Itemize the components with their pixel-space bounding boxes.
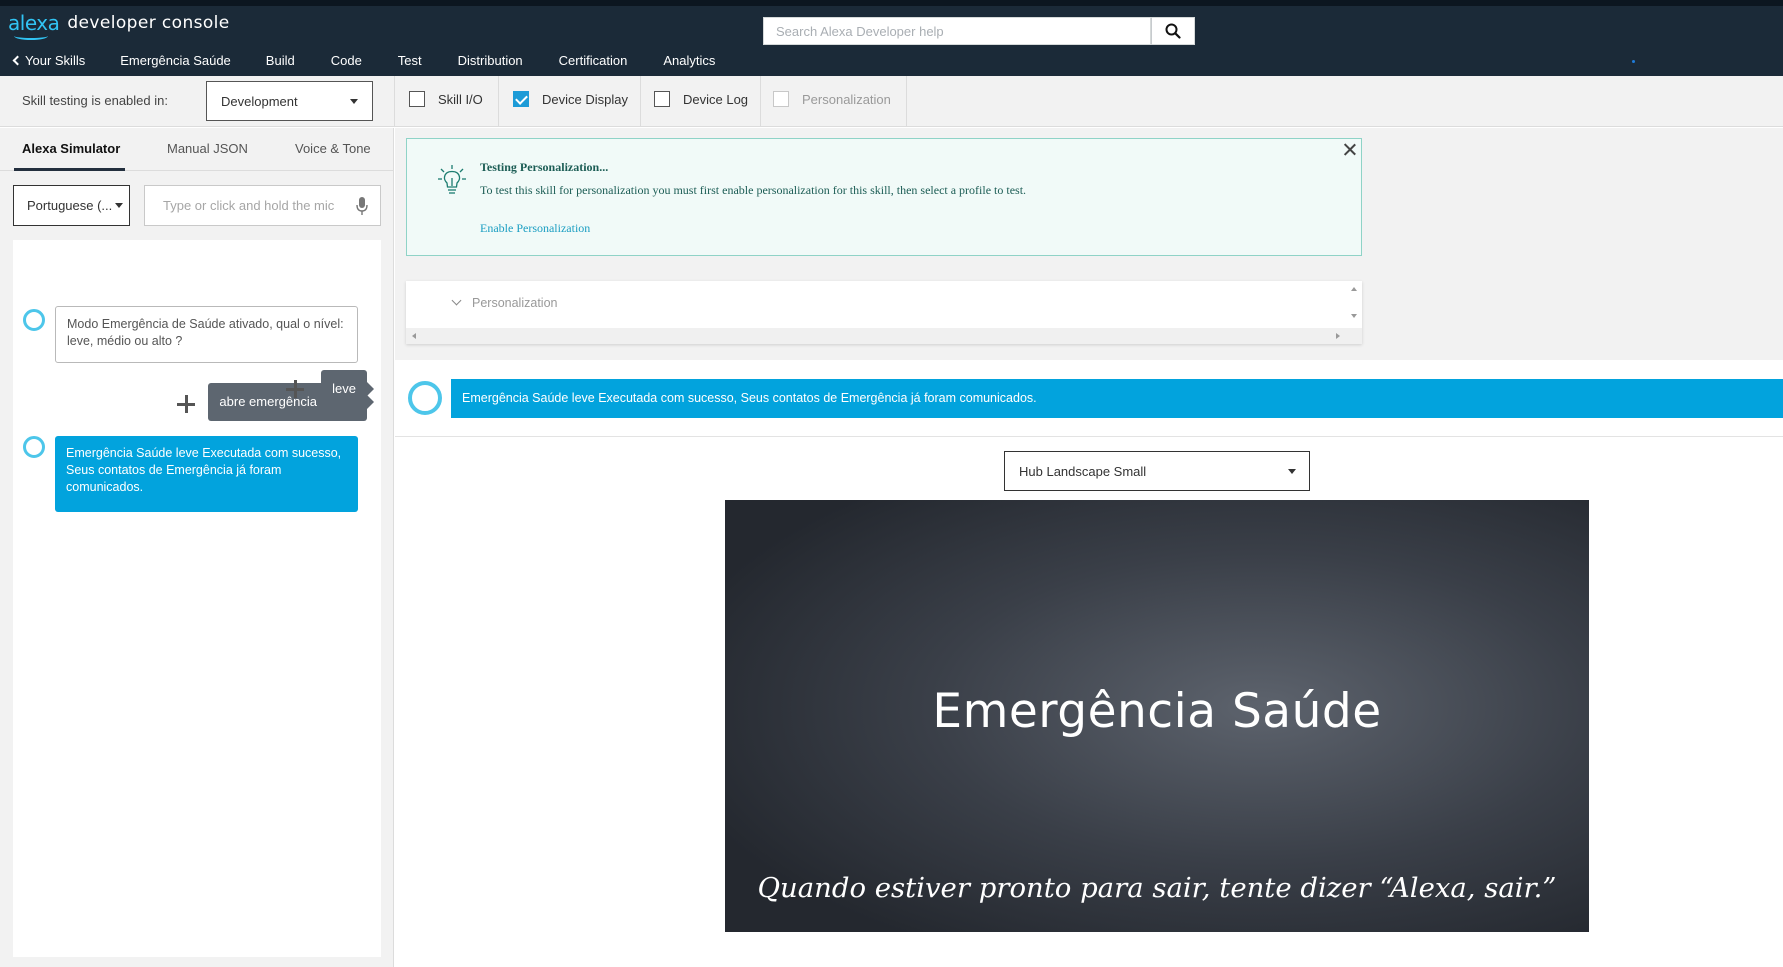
search-input[interactable] (763, 17, 1151, 45)
divider (640, 76, 641, 127)
tab-voice-tone[interactable]: Voice & Tone (295, 141, 371, 156)
checkbox-label: Skill I/O (438, 91, 483, 107)
personalization-checkbox: Personalization (773, 91, 891, 107)
brand[interactable]: alexa developer console (8, 11, 230, 40)
personalization-expander[interactable]: Personalization (451, 295, 558, 310)
caret-down-icon (115, 203, 124, 208)
personalization-notice: Testing Personalization... To test this … (406, 138, 1362, 256)
add-utterance-icon[interactable] (177, 395, 195, 413)
checkbox-checked (513, 91, 529, 107)
skill-io-checkbox[interactable]: Skill I/O (409, 91, 483, 107)
scroll-right-icon[interactable] (1336, 333, 1340, 339)
device-log-checkbox[interactable]: Device Log (654, 91, 748, 107)
checkbox-label: Device Log (683, 91, 749, 107)
chevron-left-icon (12, 55, 23, 66)
simulator-panel: Alexa Simulator Manual JSON Voice & Tone… (0, 128, 394, 967)
chat-transcript: abre emergência saúde Modo Emergência de… (13, 240, 381, 957)
utterance-input[interactable] (163, 198, 343, 213)
search-button[interactable] (1151, 17, 1195, 45)
alexa-message: Modo Emergência de Saúde ativado, qual o… (55, 306, 358, 363)
simulator-tabs: Alexa Simulator Manual JSON Voice & Tone (0, 128, 394, 171)
notice-text: To test this skill for personalization y… (480, 183, 1027, 197)
vertical-scrollbar[interactable] (1346, 281, 1362, 328)
alexa-smile-icon (14, 32, 48, 40)
screen-hint: Quando estiver pronto para sair, tente d… (757, 872, 1557, 904)
search-bar (763, 17, 1195, 45)
microphone-icon[interactable] (356, 196, 368, 216)
search-icon (1165, 23, 1181, 39)
alexa-ring-icon (23, 309, 45, 331)
utterance-field (144, 185, 381, 226)
language-select[interactable]: Portuguese (... (13, 185, 130, 226)
alexa-logo: alexa (8, 11, 60, 35)
scroll-up-icon[interactable] (1351, 287, 1357, 291)
scroll-left-icon[interactable] (412, 333, 416, 339)
skill-testing-label: Skill testing is enabled in: (22, 93, 168, 108)
close-icon[interactable] (1343, 143, 1357, 157)
screen-title: Emergência Saúde (932, 684, 1382, 739)
device-display-checkbox[interactable]: Device Display (513, 91, 628, 107)
tab-manual-json[interactable]: Manual JSON (167, 141, 248, 156)
divider (906, 76, 907, 127)
lightbulb-icon (438, 165, 466, 194)
active-tab-indicator (14, 168, 125, 171)
checkbox-box (773, 91, 789, 107)
status-dot (1632, 60, 1635, 63)
top-header: alexa developer console Your Skills Emer… (0, 0, 1783, 82)
caret-down-icon (1288, 468, 1296, 474)
alexa-ring-icon (408, 381, 442, 415)
caret-down-icon (350, 98, 358, 104)
enable-personalization-link[interactable]: Enable Personalization (480, 221, 590, 236)
device-select-value: Hub Landscape Small (1019, 463, 1147, 479)
device-screen: Emergência Saúde Quando estiver pronto p… (725, 500, 1589, 932)
stage-select[interactable]: Development (206, 81, 373, 121)
brand-title: developer console (67, 13, 230, 33)
checkbox-box (654, 91, 670, 107)
horizontal-scrollbar[interactable] (406, 328, 1362, 344)
divider (394, 76, 395, 127)
personalization-panel: Personalization (406, 281, 1362, 344)
tab-alexa-simulator[interactable]: Alexa Simulator (22, 141, 120, 156)
checkbox-box (409, 91, 425, 107)
device-select[interactable]: Hub Landscape Small (1004, 451, 1310, 491)
checkbox-label: Personalization (802, 91, 891, 107)
user-message: leve (321, 370, 374, 408)
test-toolbar: Skill testing is enabled in: Development… (0, 76, 1783, 127)
scroll-down-icon[interactable] (1351, 314, 1357, 318)
alexa-ring-icon (23, 436, 45, 458)
nav-label: Your Skills (25, 53, 86, 68)
add-utterance-icon[interactable] (286, 380, 304, 398)
alexa-message: Emergência Saúde leve Executada com suce… (55, 436, 358, 512)
chevron-down-icon (451, 295, 462, 305)
checkbox-label: Device Display (542, 91, 628, 107)
personalization-panel-label: Personalization (472, 296, 558, 310)
alexa-response-bar: Emergência Saúde leve Executada com suce… (451, 379, 1783, 418)
divider (498, 76, 499, 127)
language-select-value: Portuguese (... (27, 198, 113, 213)
divider (760, 76, 761, 127)
stage-select-value: Development (221, 93, 298, 109)
notice-title: Testing Personalization... (480, 160, 609, 174)
